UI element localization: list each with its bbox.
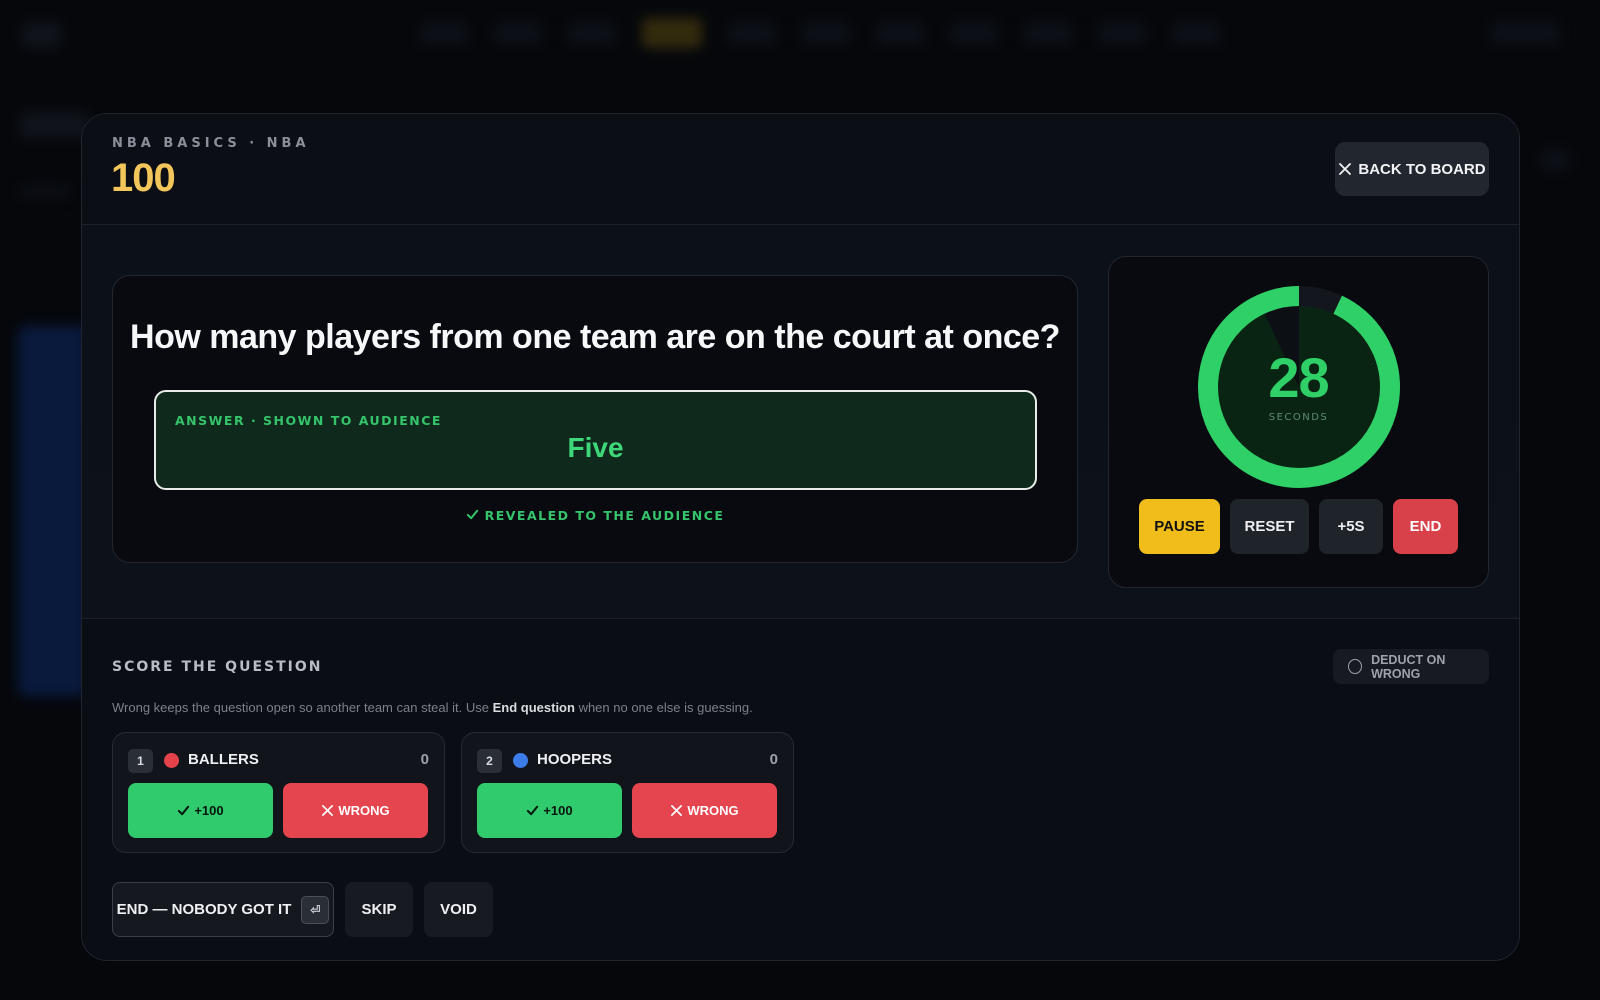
- hint-text-bold: End question: [492, 700, 575, 715]
- team-number: 1: [128, 749, 153, 773]
- scoring-hint: Wrong keeps the question open so another…: [112, 700, 753, 715]
- team-card-hoopers: 2 HOOPERS 0 +100 WRONG: [461, 732, 794, 853]
- modal-header: NBA BASICS · NBA 100 BACK TO BOARD: [82, 114, 1519, 225]
- deduct-on-wrong-toggle[interactable]: DEDUCT ON WRONG: [1333, 649, 1489, 684]
- answer-label: ANSWER · SHOWN TO AUDIENCE: [175, 413, 442, 428]
- add-five-seconds-button[interactable]: +5S: [1319, 499, 1383, 554]
- close-icon: [322, 805, 334, 816]
- team-actions: +100 WRONG: [477, 783, 777, 838]
- background-logo: [22, 22, 62, 48]
- close-icon: [1339, 163, 1352, 175]
- mark-wrong-label: WRONG: [338, 803, 390, 818]
- end-nobody-label: END — NOBODY GOT IT: [116, 901, 292, 918]
- question-text: How many players from one team are on th…: [130, 318, 1060, 356]
- team-card-ballers: 1 BALLERS 0 +100 WRONG: [112, 732, 445, 853]
- check-icon: [466, 509, 478, 520]
- answer-value: Five: [567, 432, 624, 463]
- question-area: How many players from one team are on th…: [82, 225, 1519, 619]
- back-to-board-button[interactable]: BACK TO BOARD: [1335, 142, 1489, 196]
- background-topbar: [0, 0, 1600, 72]
- hint-text-end: when no one else is guessing.: [574, 700, 753, 715]
- award-points-label: +100: [194, 803, 224, 818]
- reset-button[interactable]: RESET: [1230, 499, 1309, 554]
- mark-wrong-button[interactable]: WRONG: [283, 783, 428, 838]
- team-color-dot: [164, 753, 179, 768]
- question-actions: END — NOBODY GOT IT ⏎ SKIP VOID: [112, 882, 493, 937]
- timer-controls: PAUSE RESET +5S END: [1139, 499, 1458, 554]
- team-actions: +100 WRONG: [128, 783, 428, 838]
- close-icon: [671, 805, 683, 816]
- end-nobody-got-it-button[interactable]: END — NOBODY GOT IT ⏎: [112, 882, 334, 937]
- check-icon: [178, 805, 190, 816]
- back-to-board-label: BACK TO BOARD: [1358, 160, 1486, 178]
- answer-box: ANSWER · SHOWN TO AUDIENCE Five: [154, 390, 1037, 490]
- team-list: 1 BALLERS 0 +100 WRONG 2 HOOPERS 0 +100 …: [112, 732, 794, 853]
- team-color-dot: [513, 753, 528, 768]
- background-user: [1490, 22, 1560, 44]
- background-side: [1540, 150, 1570, 170]
- end-timer-button[interactable]: END: [1393, 499, 1458, 554]
- award-points-label: +100: [543, 803, 573, 818]
- enter-key-icon: ⏎: [301, 895, 330, 924]
- question-points: 100: [111, 156, 176, 200]
- question-card: How many players from one team are on th…: [112, 275, 1078, 563]
- hint-text-start: Wrong keeps the question open so another…: [112, 700, 493, 715]
- timer-unit: SECONDS: [1268, 412, 1329, 423]
- revealed-label: REVEALED TO THE AUDIENCE: [484, 508, 725, 523]
- check-icon: [527, 805, 539, 816]
- mark-wrong-button[interactable]: WRONG: [632, 783, 777, 838]
- team-name: HOOPERS: [537, 751, 613, 768]
- timer-card: 28 SECONDS PAUSE RESET +5S END: [1108, 256, 1489, 588]
- timer-seconds: 28: [1268, 346, 1329, 409]
- radio-icon: [1348, 659, 1363, 674]
- background-board-column: [18, 326, 88, 696]
- background-nav: [420, 18, 1220, 48]
- background-subtitle: [20, 184, 70, 198]
- category-breadcrumb: NBA BASICS · NBA: [112, 136, 310, 151]
- award-points-button[interactable]: +100: [128, 783, 273, 838]
- team-name: BALLERS: [188, 751, 259, 768]
- team-score: 0: [769, 751, 778, 768]
- revealed-status: REVEALED TO THE AUDIENCE: [113, 508, 1077, 523]
- void-button[interactable]: VOID: [424, 882, 493, 937]
- skip-button[interactable]: SKIP: [345, 882, 413, 937]
- team-score: 0: [420, 751, 429, 768]
- question-modal: NBA BASICS · NBA 100 BACK TO BOARD How m…: [81, 113, 1520, 961]
- award-points-button[interactable]: +100: [477, 783, 622, 838]
- team-number: 2: [477, 749, 502, 773]
- background-title: [20, 112, 90, 138]
- deduct-on-wrong-label: DEDUCT ON WRONG: [1371, 652, 1446, 681]
- mark-wrong-label: WRONG: [687, 803, 739, 818]
- pause-button[interactable]: PAUSE: [1139, 499, 1220, 554]
- scoring-section: SCORE THE QUESTION DEDUCT ON WRONG Wrong…: [82, 619, 1519, 960]
- score-section-title: SCORE THE QUESTION: [112, 659, 323, 675]
